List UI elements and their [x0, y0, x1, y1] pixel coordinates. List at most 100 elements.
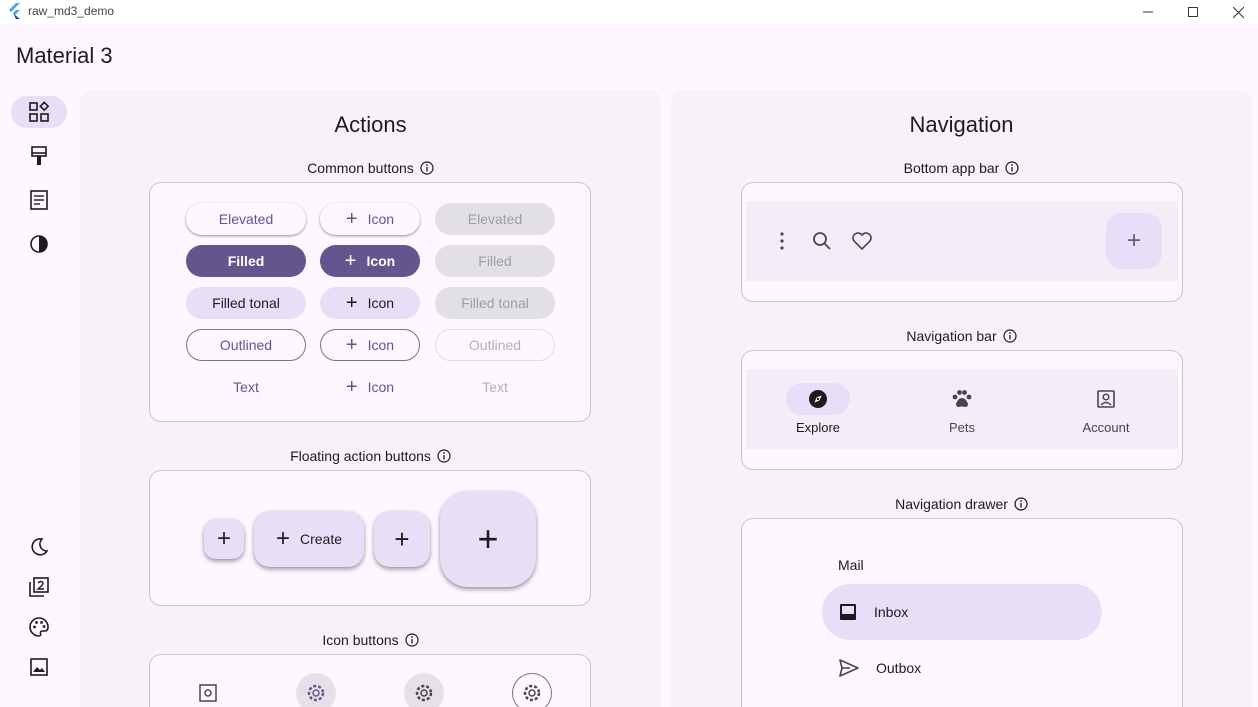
- large-fab[interactable]: +: [440, 491, 536, 587]
- favorite-icon: [852, 232, 872, 251]
- nav-destination-explore[interactable]: Explore: [746, 383, 890, 443]
- navigation-bar-header: Navigation bar: [671, 328, 1252, 344]
- outlined-button-disabled: Outlined: [435, 329, 555, 361]
- filled-tonal-button[interactable]: Filled tonal: [186, 287, 306, 319]
- dark-mode-icon: [31, 538, 49, 556]
- common-buttons-title: Common buttons: [307, 160, 414, 176]
- add-icon: +: [345, 334, 358, 356]
- bottom-app-bar: +: [746, 201, 1178, 281]
- rail-item-color[interactable]: [11, 140, 67, 172]
- rail-item-elevation[interactable]: [11, 228, 67, 260]
- bottom-app-bar-fab[interactable]: +: [1106, 213, 1162, 269]
- small-fab[interactable]: +: [204, 519, 244, 559]
- extended-fab[interactable]: + Create: [254, 511, 364, 567]
- filled-icon-button[interactable]: [296, 673, 336, 707]
- add-icon: +: [216, 525, 231, 552]
- image-icon: [30, 658, 48, 676]
- page-title: Material 3: [16, 43, 113, 68]
- common-buttons-card: Elevated + Icon Elevated Filled + Icon Fil…: [149, 182, 591, 422]
- filled-tonal-icon-button[interactable]: + Icon: [320, 287, 420, 319]
- maximize-icon: [1188, 7, 1198, 17]
- filled-tonal-icon-button[interactable]: [404, 673, 444, 707]
- info-icon[interactable]: [405, 633, 419, 647]
- navigation-bar-card: Explore Pets Account: [741, 350, 1183, 470]
- rail-item-typography[interactable]: [11, 184, 67, 216]
- article-icon: [30, 190, 48, 210]
- drawer-item-inbox[interactable]: Inbox: [822, 584, 1102, 640]
- info-icon[interactable]: [1005, 161, 1019, 175]
- fab-title: Floating action buttons: [290, 448, 431, 464]
- favorite-button[interactable]: [850, 229, 874, 253]
- color-seed-button[interactable]: [11, 611, 67, 643]
- fab[interactable]: +: [374, 511, 430, 567]
- info-icon[interactable]: [1003, 329, 1017, 343]
- window-title: raw_md3_demo: [28, 4, 115, 18]
- filled-icon-button[interactable]: + Icon: [320, 245, 420, 277]
- fab-card: + + Create + +: [149, 470, 591, 606]
- contrast-icon: [30, 235, 48, 253]
- search-icon: [813, 232, 831, 250]
- icon-buttons-header: Icon buttons: [80, 632, 661, 648]
- fab-header: Floating action buttons: [80, 448, 661, 464]
- settings-icon: [523, 684, 541, 702]
- close-window-button[interactable]: [1216, 0, 1258, 24]
- nav-destination-account[interactable]: Account: [1034, 383, 1178, 443]
- dark-mode-toggle[interactable]: [11, 531, 67, 563]
- drawer-item-outbox[interactable]: Outbox: [822, 640, 1102, 696]
- maximize-button[interactable]: [1171, 0, 1215, 24]
- add-icon: +: [345, 292, 358, 314]
- minimize-icon: [1143, 11, 1153, 13]
- nav-label-pets: Pets: [948, 420, 975, 435]
- flutter-logo-icon: [9, 3, 20, 19]
- close-icon: [1232, 6, 1244, 18]
- add-icon: +: [477, 518, 499, 559]
- standard-icon-button[interactable]: [188, 673, 228, 707]
- info-icon[interactable]: [1014, 497, 1028, 511]
- rail-item-components[interactable]: [11, 96, 67, 128]
- filled-tonal-button-disabled: Filled tonal: [435, 287, 555, 319]
- nav-indicator: [1074, 383, 1138, 415]
- navigation-bar: Explore Pets Account: [746, 369, 1178, 449]
- send-icon: [839, 659, 859, 677]
- account-box-icon: [1097, 390, 1115, 408]
- settings-icon: [199, 684, 217, 702]
- inbox-icon: [840, 604, 856, 620]
- nav-label-account: Account: [1082, 420, 1130, 435]
- navigation-rail: [0, 82, 78, 707]
- add-icon: +: [345, 376, 358, 398]
- icon-buttons-card: [149, 654, 591, 707]
- minimize-button[interactable]: [1126, 0, 1170, 24]
- image-color-button[interactable]: [11, 651, 67, 683]
- material-version-toggle[interactable]: [11, 571, 67, 603]
- search-button[interactable]: [810, 229, 834, 253]
- outlined-icon-button[interactable]: [512, 673, 552, 707]
- outlined-icon-button[interactable]: + Icon: [320, 329, 420, 361]
- add-icon: +: [345, 208, 358, 230]
- actions-title: Actions: [334, 112, 407, 137]
- navigation-drawer-card: Mail Inbox Outbox: [741, 518, 1183, 707]
- outlined-button[interactable]: Outlined: [186, 329, 306, 361]
- settings-icon: [415, 684, 433, 702]
- elevated-button[interactable]: Elevated: [186, 203, 306, 235]
- navigation-drawer-header: Navigation drawer: [671, 496, 1252, 512]
- info-icon[interactable]: [437, 449, 451, 463]
- component-icon: [29, 101, 50, 122]
- bottom-app-bar-header: Bottom app bar: [671, 160, 1252, 176]
- more-vert-icon: [780, 232, 784, 250]
- app-bar: Material 3: [0, 24, 1258, 82]
- nav-destination-pets[interactable]: Pets: [890, 383, 1034, 443]
- text-icon-button[interactable]: + Icon: [320, 371, 420, 403]
- info-icon[interactable]: [420, 161, 434, 175]
- filter-2-icon: [29, 577, 49, 597]
- more-button[interactable]: [770, 229, 794, 253]
- text-button[interactable]: Text: [186, 371, 306, 403]
- elevated-icon-button[interactable]: + Icon: [320, 203, 420, 235]
- extended-fab-label: Create: [299, 531, 343, 547]
- pets-icon: [952, 390, 972, 407]
- nav-label-explore: Explore: [795, 420, 841, 435]
- bottom-app-bar-card: +: [741, 182, 1183, 302]
- nav-indicator: [930, 383, 994, 415]
- settings-icon: [307, 684, 325, 702]
- elevated-button-disabled: Elevated: [435, 203, 555, 235]
- filled-button[interactable]: Filled: [186, 245, 306, 277]
